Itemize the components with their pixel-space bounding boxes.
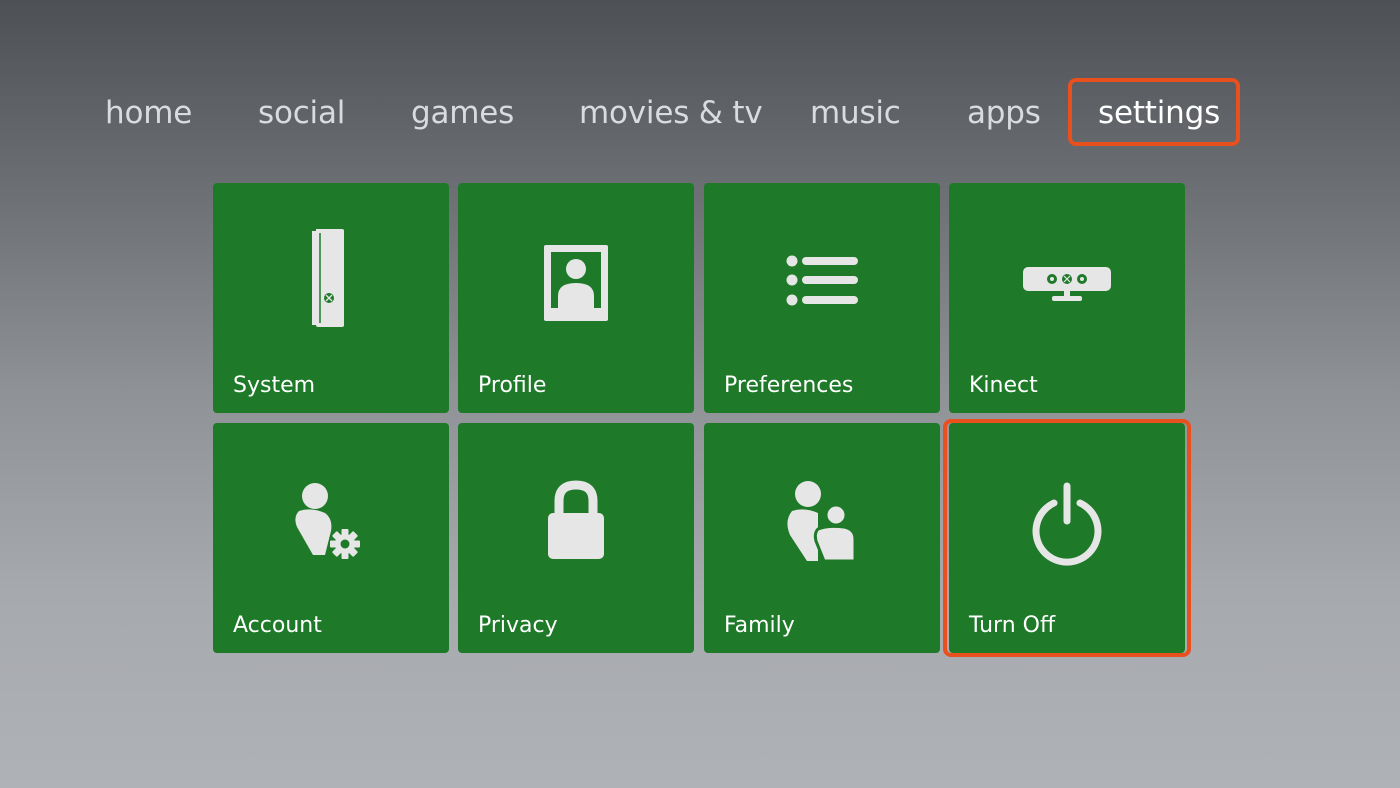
- tile-turn-off[interactable]: Turn Off: [949, 423, 1185, 653]
- tile-privacy-label: Privacy: [478, 613, 558, 638]
- nav-games[interactable]: games: [411, 88, 514, 140]
- tile-preferences[interactable]: Preferences: [704, 183, 940, 413]
- tile-kinect-label: Kinect: [969, 373, 1038, 398]
- tile-account[interactable]: Account: [213, 423, 449, 653]
- tile-privacy[interactable]: Privacy: [458, 423, 694, 653]
- tile-system[interactable]: System: [213, 183, 449, 413]
- nav-apps[interactable]: apps: [967, 88, 1041, 140]
- nav-movies-tv[interactable]: movies & tv: [579, 88, 763, 140]
- tile-preferences-label: Preferences: [724, 373, 854, 398]
- nav-music[interactable]: music: [810, 88, 901, 140]
- tile-account-label: Account: [233, 613, 322, 638]
- tile-family-label: Family: [724, 613, 795, 638]
- nav-selection-highlight: [1068, 78, 1240, 146]
- tile-family[interactable]: Family: [704, 423, 940, 653]
- tile-system-label: System: [233, 373, 316, 398]
- nav-social[interactable]: social: [258, 88, 345, 140]
- tile-profile-label: Profile: [478, 373, 547, 398]
- tile-turn-off-label: Turn Off: [969, 613, 1056, 638]
- tile-kinect[interactable]: Kinect: [949, 183, 1185, 413]
- tile-profile[interactable]: Profile: [458, 183, 694, 413]
- nav-home[interactable]: home: [105, 88, 192, 140]
